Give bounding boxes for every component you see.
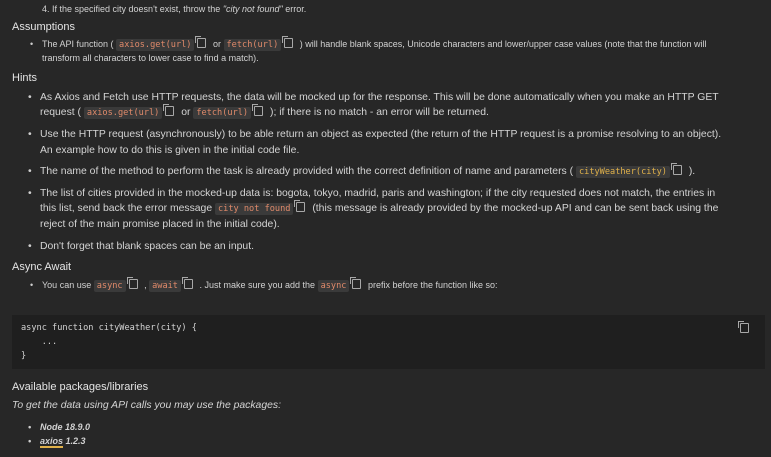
copy-icon[interactable] (294, 200, 306, 213)
hint-item-5: Don't forget that blank spaces can be an… (28, 239, 759, 254)
code-line: ... (21, 337, 58, 347)
inline-code-fetch: fetch(url) (223, 39, 282, 51)
hint-text: reject of the main promise placed in the… (40, 219, 280, 231)
copy-icon[interactable] (670, 162, 682, 175)
hint-item-2: Use the HTTP request (asynchronously) to… (28, 127, 759, 157)
inline-code-async: async (93, 279, 126, 292)
hint-text: (this message is already provided by the… (309, 203, 719, 215)
assumption-item: The API function ( axios.get(url) or fet… (30, 36, 759, 65)
async-text: You can use (42, 279, 94, 290)
hint-item-4: The list of cities provided in the mocke… (28, 186, 759, 233)
hint-text: ); if there is no match - an error will … (267, 107, 489, 119)
hint-text: this list, send back the error message (40, 203, 215, 215)
async-text: prefix before the function like so: (365, 279, 498, 290)
assumptions-heading: Assumptions (12, 21, 75, 33)
hint-text: The list of cities provided in the mocke… (40, 188, 716, 200)
hint-item-3: The name of the method to perform the ta… (28, 162, 759, 180)
instructions-page: 4. If the specified city doesn't exist, … (0, 0, 771, 457)
package-item: Node 18.9.0 (28, 421, 752, 434)
packages-heading: Available packages/libraries (12, 381, 149, 393)
copy-icon[interactable] (350, 276, 362, 289)
hint-text: An example how to do this is given in th… (40, 144, 300, 156)
assumption-text-3: transform all characters to lower case t… (42, 53, 259, 63)
inline-code-axios-get: axios.get(url) (116, 39, 195, 51)
hint-text: Don't forget that blank spaces can be an… (40, 240, 254, 252)
async-await-list: You can use async , await . Just make su… (30, 276, 759, 293)
inline-code-await: await (149, 279, 181, 292)
code-line: } (21, 351, 27, 361)
hint-text: or (178, 107, 194, 119)
hint-text: Use the HTTP request (asynchronously) to… (40, 129, 722, 141)
async-text: , (141, 279, 150, 290)
inline-code-cityweather: cityWeather(city) (575, 165, 670, 178)
assumptions-list: The API function ( axios.get(url) or fet… (30, 36, 759, 65)
inline-code-axios-get: axios.get(url) (83, 107, 163, 120)
requirement-suffix: error. (282, 4, 307, 14)
copy-icon[interactable] (738, 321, 749, 333)
assumption-or: or (210, 39, 224, 49)
async-await-item: You can use async , await . Just make su… (30, 276, 759, 293)
copy-icon[interactable] (282, 36, 294, 48)
requirement-text: 4. If the specified city doesn't exist, … (42, 4, 223, 14)
code-line: async function cityWeather(city) { (21, 323, 197, 333)
inline-code-fetch: fetch(url) (193, 107, 252, 120)
code-block: async function cityWeather(city) { ... } (12, 315, 765, 369)
package-axios-link[interactable]: axios (40, 436, 64, 448)
assumption-text-2: ) will handle blank spaces, Unicode char… (297, 39, 707, 49)
package-node: Node 18.9.0 (40, 422, 91, 432)
assumption-text: The API function ( (42, 39, 117, 49)
hint-item-1: As Axios and Fetch use HTTP requests, th… (28, 90, 759, 121)
package-axios-version: 1.2.3 (63, 436, 86, 446)
hint-text: The name of the method to perform the ta… (40, 165, 576, 177)
hint-text: ). (685, 165, 696, 177)
packages-list: Node 18.9.0 axios 1.2.3 (28, 421, 752, 448)
copy-icon[interactable] (163, 104, 175, 117)
async-text: . Just make sure you add the (196, 279, 318, 290)
requirement-quote: "city not found" (222, 4, 283, 14)
hints-list: As Axios and Fetch use HTTP requests, th… (28, 90, 759, 254)
packages-section: Available packages/libraries To get the … (12, 381, 752, 448)
hint-text: As Axios and Fetch use HTTP requests, th… (40, 92, 719, 103)
copy-icon[interactable] (126, 276, 138, 289)
requirement-item-4: 4. If the specified city doesn't exist, … (12, 0, 759, 17)
packages-intro: To get the data using API calls you may … (12, 400, 281, 411)
hints-heading: Hints (12, 72, 38, 84)
inline-code-async: async (317, 279, 350, 292)
inline-code-city-not-found: city not found (215, 203, 294, 216)
copy-icon[interactable] (195, 36, 207, 48)
copy-icon[interactable] (181, 276, 193, 289)
package-item: axios 1.2.3 (28, 435, 752, 448)
hint-text: request ( (40, 107, 84, 119)
async-await-heading: Async Await (12, 260, 72, 273)
copy-icon[interactable] (252, 104, 264, 117)
